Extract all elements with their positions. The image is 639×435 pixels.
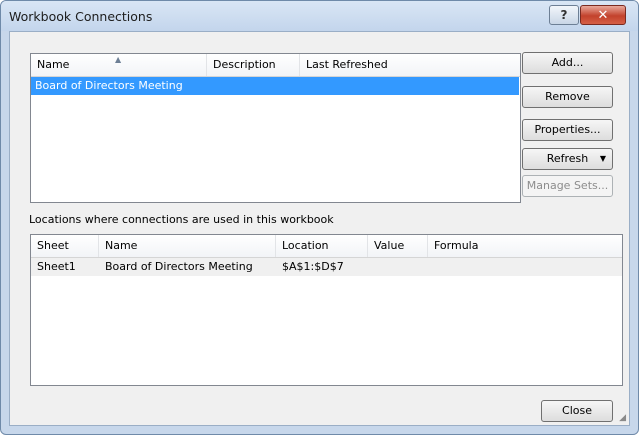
help-icon: ? xyxy=(560,8,568,22)
chevron-down-icon: ▼ xyxy=(599,154,606,163)
location-sheet-cell: Sheet1 xyxy=(37,260,76,273)
resize-grip-icon[interactable]: ◢ xyxy=(619,413,626,423)
close-icon: ✕ xyxy=(597,7,609,23)
location-range-cell: $A$1:$D$7 xyxy=(282,260,344,273)
column-header-location[interactable]: Location xyxy=(276,235,368,257)
column-header-formula[interactable]: Formula xyxy=(428,235,622,257)
column-header-last-refreshed[interactable]: Last Refreshed xyxy=(300,54,520,76)
properties-button[interactable]: Properties... xyxy=(522,119,613,141)
refresh-button[interactable]: Refresh ▼ xyxy=(522,148,613,170)
locations-list-header: Sheet Name Location Value Formula xyxy=(31,235,622,258)
locations-section-label: Locations where connections are used in … xyxy=(29,213,334,226)
close-button[interactable]: Close xyxy=(541,400,613,422)
column-header-name[interactable]: Name ▲ xyxy=(31,54,207,76)
column-header-location-name[interactable]: Name xyxy=(99,235,276,257)
locations-list[interactable]: Sheet Name Location Value Formula Sheet1… xyxy=(30,234,623,386)
column-header-value[interactable]: Value xyxy=(368,235,428,257)
column-header-sheet[interactable]: Sheet xyxy=(31,235,99,257)
connection-row[interactable]: Board of Directors Meeting xyxy=(31,77,519,95)
dialog-client-area: Name ▲ Description Last Refreshed Board … xyxy=(9,31,630,426)
column-header-description[interactable]: Description xyxy=(207,54,300,76)
location-name-cell: Board of Directors Meeting xyxy=(105,260,253,273)
location-row[interactable]: Sheet1 Board of Directors Meeting $A$1:$… xyxy=(31,258,622,276)
workbook-connections-dialog: Workbook Connections ? ✕ Name ▲ Descript… xyxy=(0,0,639,435)
remove-button[interactable]: Remove xyxy=(522,86,613,108)
sort-ascending-icon: ▲ xyxy=(115,55,122,64)
connections-list[interactable]: Name ▲ Description Last Refreshed Board … xyxy=(30,53,521,203)
add-button[interactable]: Add... xyxy=(522,52,613,74)
dialog-title: Workbook Connections xyxy=(9,9,153,24)
close-window-button[interactable]: ✕ xyxy=(580,5,626,25)
manage-sets-button[interactable]: Manage Sets... xyxy=(522,175,613,197)
help-button[interactable]: ? xyxy=(549,5,579,25)
connection-name: Board of Directors Meeting xyxy=(35,79,183,92)
connections-list-header: Name ▲ Description Last Refreshed xyxy=(31,54,520,77)
title-bar[interactable]: Workbook Connections ? ✕ xyxy=(1,1,638,31)
